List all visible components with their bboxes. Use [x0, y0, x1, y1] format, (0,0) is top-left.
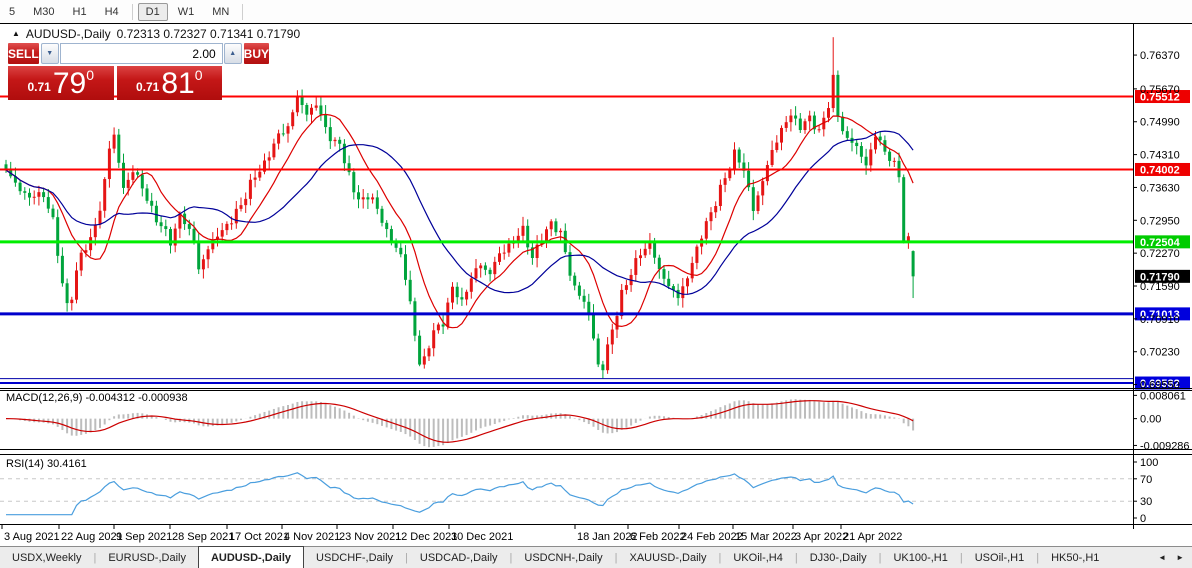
x-axis-label: 22 Aug 2021 — [61, 531, 123, 543]
macd-values: -0.004312 -0.000938 — [85, 392, 188, 404]
macd-axis: 0.008061 0.00 -0.009286 — [1133, 390, 1190, 452]
rsi-value: 30.4161 — [46, 458, 87, 470]
x-axis-label: 9 Sep 2021 — [116, 531, 172, 543]
tab-usoil-h1[interactable]: USOil-,H1 — [963, 547, 1037, 568]
macd-label: MACD(12,26,9) -0.004312 -0.000938 — [6, 392, 188, 404]
ma-slow-line — [5, 130, 914, 295]
price-axis-label: 0.74310 — [1140, 150, 1180, 162]
x-axis-label: 17 Oct 2021 — [229, 531, 289, 543]
buy-price-panel[interactable]: 0.71 81 0 — [116, 66, 222, 100]
price-axis-label: 0.70230 — [1140, 347, 1180, 359]
timeframe-button-H1[interactable]: H1 — [65, 3, 95, 21]
one-click-trade-widget: SELL ▼ ▲ BUY 0.71 79 0 0.71 81 0 — [8, 43, 270, 100]
macd-axis-label: -0.009286 — [1140, 440, 1190, 452]
tab-hk50-h1[interactable]: HK50-,H1 — [1039, 547, 1111, 568]
tab-xauusd-daily[interactable]: XAUUSD-,Daily — [617, 547, 718, 568]
tab-scroll-arrows: ◄ ► — [1158, 547, 1192, 568]
x-axis-label: 4 Nov 2021 — [284, 531, 340, 543]
rsi-axis: 100 70 30 0 — [1133, 457, 1158, 525]
tab-audusd-daily[interactable]: AUDUSD-,Daily — [197, 546, 305, 568]
price-tag-text: 0.74002 — [1140, 164, 1180, 176]
x-axis-label: 21 Apr 2022 — [843, 531, 902, 543]
buy-price-pips: 81 — [161, 66, 195, 100]
volume-spinner: ▼ ▲ — [40, 43, 242, 64]
volume-increase-button[interactable]: ▲ — [223, 43, 242, 64]
levels-layer: 0.755120.740020.725040.710130.695820.717… — [0, 90, 1190, 390]
x-axis-label: 24 Feb 2022 — [681, 531, 743, 543]
rsi-axis-label: 100 — [1140, 457, 1158, 469]
macd-name: MACD(12,26,9) — [6, 392, 83, 404]
price-axis-label: 0.71590 — [1140, 281, 1180, 293]
price-axis-label: 0.72270 — [1140, 248, 1180, 260]
price-axis-label: 0.74990 — [1140, 117, 1180, 129]
toolbar-separator — [131, 3, 133, 20]
x-axis: 3 Aug 2021 22 Aug 20219 Sep 2021 28 Sep 20… — [1, 525, 902, 543]
trading-platform-window: 5 M30 H1 H4 D1 W1 MN 0.75512 0.74002 0.72504 0.71… — [0, 0, 1192, 568]
tab-usdcad-daily[interactable]: USDCAD-,Daily — [408, 547, 510, 568]
tab-usdcnh-daily[interactable]: USDCNH-,Daily — [512, 547, 614, 568]
sell-price-point: 0 — [86, 67, 95, 83]
chart-header: ▲ AUDUSD-,Daily 0.72313 0.72327 0.71341 … — [12, 27, 300, 41]
x-axis-label: 30 Dec 2021 — [451, 531, 513, 543]
collapse-chart-icon[interactable]: ▲ — [12, 29, 20, 38]
macd-histogram — [9, 399, 915, 448]
chart-ohlc-values: 0.72313 0.72327 0.71341 0.71790 — [116, 27, 301, 41]
buy-price-prefix: 0.71 — [135, 80, 160, 94]
chart-title: AUDUSD-,Daily — [25, 27, 111, 41]
tab-usdchf-daily[interactable]: USDCHF-,Daily — [304, 547, 405, 568]
x-axis-label: 18 Jan 2022 — [577, 531, 638, 543]
chart-tab-bar: USDX,Weekly | EURUSD-,Daily AUDUSD-,Daily US… — [0, 546, 1192, 568]
buy-price-point: 0 — [194, 67, 203, 83]
timeframe-button-M30[interactable]: M30 — [25, 3, 62, 21]
price-axis-label: 0.75670 — [1140, 84, 1180, 96]
x-axis-label: 28 Sep 2021 — [172, 531, 234, 543]
price-axis-label: 0.73630 — [1140, 182, 1180, 194]
volume-decrease-button[interactable]: ▼ — [40, 43, 59, 64]
price-axis-label: 0.70910 — [1140, 314, 1180, 326]
rsi-axis-label: 0 — [1140, 513, 1146, 525]
rsi-name: RSI(14) — [6, 458, 44, 470]
price-tag-text: 0.72504 — [1140, 237, 1181, 249]
x-axis-label: 23 Nov 2021 — [339, 531, 401, 543]
x-axis-label: 3 Aug 2021 — [4, 531, 60, 543]
rsi-label: RSI(14) 30.4161 — [6, 458, 87, 470]
tab-ukoil-h4[interactable]: UKOil-,H4 — [721, 547, 795, 568]
sell-price-pips: 79 — [52, 66, 87, 100]
timeframe-button-H4[interactable]: H4 — [97, 3, 127, 21]
tab-uk100-h1[interactable]: UK100-,H1 — [881, 547, 959, 568]
sell-price-panel[interactable]: 0.71 79 0 — [8, 66, 114, 100]
sell-price-prefix: 0.71 — [27, 80, 51, 94]
tab-dj30-daily[interactable]: DJ30-,Daily — [798, 547, 879, 568]
x-axis-label: 12 Dec 2021 — [395, 531, 457, 543]
macd-axis-label: 0.008061 — [1140, 390, 1186, 402]
rsi-axis-label: 70 — [1140, 474, 1152, 486]
tab-scroll-right-icon[interactable]: ► — [1176, 553, 1184, 562]
timeframe-button-D1[interactable]: D1 — [137, 2, 168, 21]
sell-button[interactable]: SELL — [8, 43, 39, 64]
macd-axis-label: 0.00 — [1140, 414, 1161, 426]
tab-eurusd-daily[interactable]: EURUSD-,Daily — [96, 547, 198, 568]
buy-button[interactable]: BUY — [243, 43, 270, 64]
timeframe-button-W1[interactable]: W1 — [170, 3, 203, 21]
x-axis-label: 15 Mar 2022 — [735, 531, 797, 543]
tab-scroll-left-icon[interactable]: ◄ — [1158, 553, 1166, 562]
toolbar-separator — [242, 3, 244, 20]
tab-usdx-weekly[interactable]: USDX,Weekly — [0, 547, 93, 568]
volume-input[interactable] — [59, 43, 223, 64]
price-axis-label: 0.76370 — [1140, 50, 1180, 62]
x-axis-label: 6 Feb 2022 — [630, 531, 686, 543]
timeframe-button-MN[interactable]: MN — [204, 3, 237, 21]
timeframe-toolbar: 5 M30 H1 H4 D1 W1 MN — [0, 0, 1192, 23]
x-axis-label: 3 Apr 2022 — [795, 531, 848, 543]
price-axis-label: 0.72950 — [1140, 215, 1180, 227]
timeframe-button-5[interactable]: 5 — [1, 3, 23, 21]
rsi-axis-label: 30 — [1140, 496, 1152, 508]
